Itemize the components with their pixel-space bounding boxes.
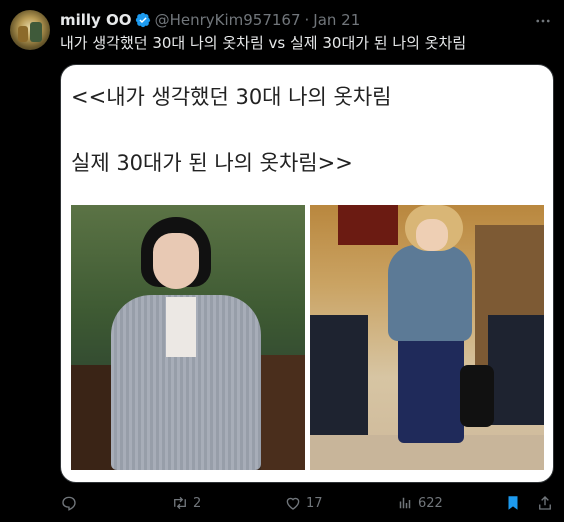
views-icon — [399, 497, 411, 509]
retweet-count: 2 — [193, 495, 202, 511]
views-count: 622 — [418, 495, 443, 511]
bookmark-button[interactable] — [504, 492, 526, 514]
bookmark-icon — [508, 496, 518, 510]
author-name[interactable]: milly OO — [60, 11, 132, 29]
card-text-line-1: <<내가 생각했던 30대 나의 옷차림 — [71, 85, 392, 109]
avatar-detail — [18, 26, 28, 42]
like-button[interactable]: 17 — [284, 492, 323, 514]
share-button[interactable] — [536, 492, 558, 514]
chair-shape — [261, 355, 305, 470]
tweet-actions: 2 17 622 — [0, 490, 564, 516]
verified-icon — [135, 12, 151, 28]
retweet-icon — [174, 496, 186, 510]
painting-shape — [338, 205, 398, 245]
table-shape — [310, 315, 368, 435]
tweet[interactable]: milly OO @HenryKim957167 · Jan 21 내가 생각했… — [0, 0, 564, 522]
views-button[interactable]: 622 — [396, 492, 443, 514]
avatar[interactable] — [10, 10, 50, 50]
card-text-line-2: 실제 30대가 된 나의 옷차림>> — [71, 151, 353, 175]
tweet-date[interactable]: Jan 21 — [313, 11, 360, 29]
more-icon[interactable] — [532, 10, 554, 32]
reply-button[interactable] — [60, 492, 82, 514]
like-icon — [286, 497, 300, 510]
bag-shape — [460, 365, 494, 427]
author-handle[interactable]: @HenryKim957167 — [155, 11, 301, 29]
avatar-detail — [30, 22, 42, 42]
face-shape — [153, 233, 199, 289]
tweet-media-card[interactable]: <<내가 생각했던 30대 나의 옷차림 실제 30대가 된 나의 옷차림>> — [60, 64, 554, 483]
separator: · — [304, 11, 310, 29]
shirt-shape — [166, 297, 196, 357]
pants-shape — [398, 335, 464, 443]
table-shape — [488, 315, 544, 425]
reply-icon — [62, 496, 76, 511]
tweet-text: 내가 생각했던 30대 나의 옷차림 vs 실제 30대가 된 나의 옷차림 — [60, 34, 467, 52]
like-count: 17 — [306, 495, 323, 511]
hoodie-shape — [388, 245, 472, 341]
face-shape — [416, 219, 448, 251]
share-icon — [539, 496, 551, 510]
photo-left — [71, 205, 305, 470]
retweet-button[interactable]: 2 — [171, 492, 201, 514]
photo-right — [310, 205, 544, 470]
tweet-header: milly OO @HenryKim957167 · Jan 21 — [60, 10, 360, 30]
